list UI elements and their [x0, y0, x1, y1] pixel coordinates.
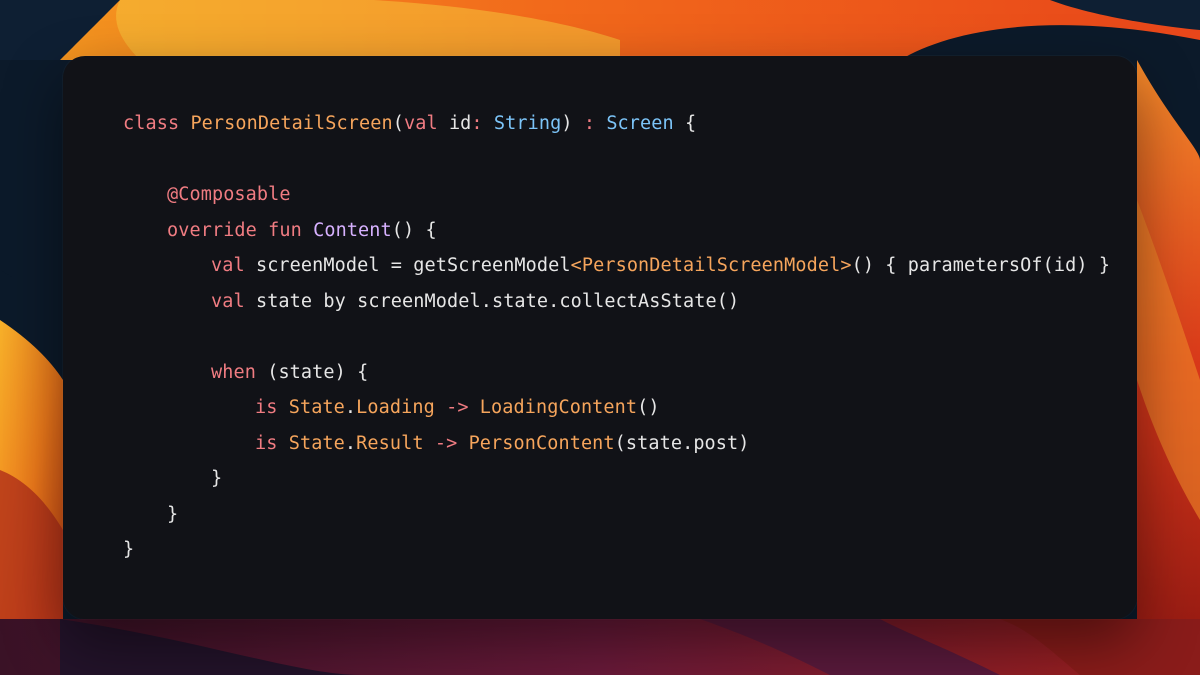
code-token-operator: : [583, 113, 607, 134]
code-token-plain: ( [392, 113, 404, 134]
code-line: override fun Content() { [123, 213, 1110, 249]
code-token-plain: } [211, 468, 223, 489]
code-token-operator: -> [434, 397, 480, 418]
code-line: } [123, 461, 1110, 497]
code-line: val state by screenModel.state.collectAs… [123, 284, 1110, 320]
code-token-class: Loading [356, 397, 435, 418]
code-token-keyword: val [211, 255, 256, 276]
code-token-operator: -> [423, 432, 469, 454]
code-token-class: PersonContent [468, 432, 615, 454]
code-token-class: State [288, 397, 345, 418]
code-token-keyword: is [255, 432, 289, 454]
code-token-class: PersonDetailScreen [190, 113, 393, 134]
code-token-keyword: when [211, 361, 268, 383]
code-line: @Composable [123, 177, 1110, 213]
code-token-class: LoadingContent [479, 397, 638, 418]
code-token-plain: (state) { [267, 361, 369, 383]
code-line: val screenModel = getScreenModel<PersonD… [123, 248, 1110, 284]
code-token-plain: . [344, 397, 357, 418]
code-token-generic: <PersonDetailScreenModel> [570, 255, 852, 276]
code-token-plain: } [123, 539, 135, 560]
code-token-annotation: @Composable [167, 184, 291, 205]
code-token-plain: screenModel = getScreenModel [255, 255, 571, 276]
code-token-plain: () [637, 397, 660, 418]
code-token-type: String [493, 113, 562, 134]
code-token-keyword: is [255, 397, 289, 418]
code-token-keyword: override [167, 219, 269, 241]
code-token-plain: ) [561, 113, 584, 134]
code-token-plain: state by screenModel.state.collectAsStat… [255, 290, 740, 312]
code-token-keyword: class [123, 113, 191, 134]
code-line: when (state) { [123, 355, 1110, 391]
code-token-operator: : [471, 113, 494, 134]
code-token-plain: { [673, 113, 697, 134]
code-line: } [123, 497, 1110, 533]
code-token-plain: () { parametersOf(id) } [851, 255, 1111, 276]
code-token-keyword: val [403, 113, 449, 134]
code-token-plain: } [167, 503, 179, 525]
code-snippet-window: class PersonDetailScreen(val id: String)… [63, 56, 1137, 619]
code-token-keyword: val [211, 290, 256, 312]
code-token-class: Result [356, 432, 424, 454]
code-token-class: State [288, 432, 345, 454]
code-block: class PersonDetailScreen(val id: String)… [123, 106, 1110, 568]
code-token-plain: (state.post) [614, 432, 750, 454]
code-token-func: Content [313, 219, 392, 241]
code-line: } [123, 532, 1110, 568]
code-line: is State.Result -> PersonContent(state.p… [123, 426, 1110, 462]
code-token-keyword: fun [268, 219, 314, 241]
code-token-plain: () { [391, 219, 437, 241]
code-line: class PersonDetailScreen(val id: String)… [123, 106, 1110, 142]
code-token-plain: id [448, 113, 472, 134]
code-line: is State.Loading -> LoadingContent() [123, 390, 1110, 426]
code-token-type: Screen [606, 113, 674, 134]
code-token-plain: . [344, 432, 357, 454]
